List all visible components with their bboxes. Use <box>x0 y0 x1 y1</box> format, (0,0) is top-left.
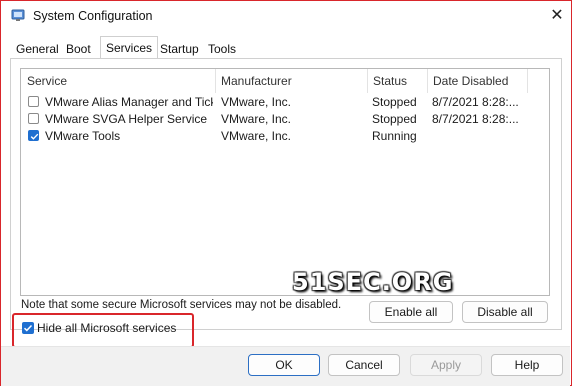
tab-startup[interactable]: Startup <box>154 38 205 58</box>
service-name: VMware Alias Manager and Ticke... <box>45 95 213 109</box>
service-date-disabled <box>432 128 532 145</box>
cancel-button[interactable]: Cancel <box>328 354 400 376</box>
service-manufacturer: VMware, Inc. <box>221 112 292 126</box>
ok-button[interactable]: OK <box>248 354 320 376</box>
watermark-logo: 51SEC.ORG <box>292 268 454 296</box>
title-bar: System Configuration ✕ <box>1 1 570 31</box>
service-name: VMware Tools <box>45 129 121 143</box>
service-status: Running <box>372 129 417 143</box>
services-list[interactable]: Service Manufacturer Status Date Disable… <box>20 68 550 296</box>
window-title: System Configuration <box>33 9 153 23</box>
service-date-disabled: 8/7/2021 8:28:... <box>432 112 519 126</box>
table-row[interactable]: VMware SVGA Helper Service VMware, Inc. … <box>21 111 549 128</box>
enable-all-button[interactable]: Enable all <box>369 301 453 323</box>
table-row[interactable]: VMware Tools VMware, Inc. Running <box>21 128 549 145</box>
column-header-status[interactable]: Status <box>367 69 427 93</box>
checkmark-icon <box>30 133 39 140</box>
service-manufacturer: VMware, Inc. <box>221 129 292 143</box>
help-button[interactable]: Help <box>491 354 563 376</box>
service-checkbox[interactable] <box>28 130 39 141</box>
service-status: Stopped <box>372 95 417 109</box>
highlight-box <box>12 313 194 348</box>
service-checkbox[interactable] <box>28 96 39 107</box>
service-manufacturer: VMware, Inc. <box>221 95 292 109</box>
tab-services[interactable]: Services <box>100 36 159 58</box>
table-row[interactable]: VMware Alias Manager and Ticke... VMware… <box>21 94 549 111</box>
column-divider[interactable] <box>527 69 528 93</box>
service-name: VMware SVGA Helper Service <box>45 112 208 126</box>
tab-boot[interactable]: Boot <box>60 38 97 58</box>
service-date-disabled: 8/7/2021 8:28:... <box>432 95 519 109</box>
column-header-manufacturer[interactable]: Manufacturer <box>215 69 367 93</box>
note-text: Note that some secure Microsoft services… <box>21 299 342 311</box>
column-header-date-disabled[interactable]: Date Disabled <box>427 69 527 93</box>
apply-button[interactable]: Apply <box>410 354 482 376</box>
tab-tools[interactable]: Tools <box>202 38 242 58</box>
msconfig-icon <box>11 8 25 22</box>
disable-all-button[interactable]: Disable all <box>462 301 548 323</box>
tab-general[interactable]: General <box>10 38 65 58</box>
close-icon[interactable]: ✕ <box>547 5 567 25</box>
column-header-service[interactable]: Service <box>21 69 215 93</box>
service-checkbox[interactable] <box>28 113 39 124</box>
service-status: Stopped <box>372 112 417 126</box>
